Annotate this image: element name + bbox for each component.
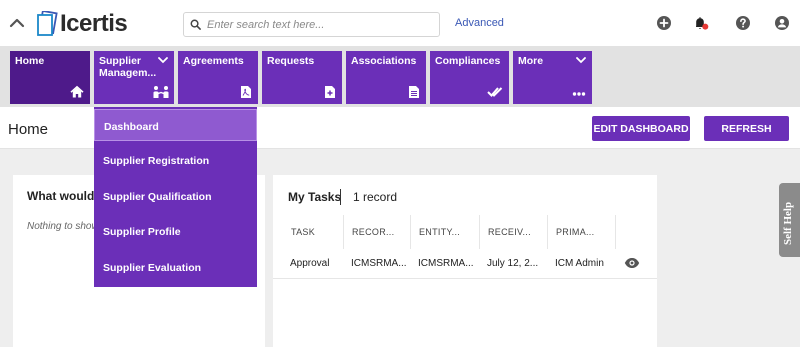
home-icon — [70, 85, 84, 98]
menu-item-dashboard[interactable]: Dashboard — [94, 109, 257, 141]
menu-item-supplier-evaluation[interactable]: Supplier Evaluation — [94, 251, 257, 283]
my-tasks-card: My Tasks 1 record TASK RECOR... ENTITY..… — [273, 175, 657, 347]
supplier-people-icon — [153, 86, 169, 98]
notification-bell-icon[interactable] — [693, 15, 709, 31]
column-header-entity[interactable]: ENTITY... — [410, 215, 479, 249]
table-row[interactable]: Approval ICMSRMA... ICMSRMA... July 12, … — [273, 249, 657, 279]
tile-compliances[interactable]: Compliances — [430, 51, 509, 104]
tile-supplier-management-label: Supplier Managem... — [99, 55, 157, 79]
supplier-management-dropdown: Dashboard Supplier Registration Supplier… — [94, 107, 257, 287]
pdf-document-icon — [241, 86, 251, 98]
chevron-down-icon — [576, 57, 586, 64]
self-help-tab[interactable]: Self Help — [779, 183, 800, 257]
double-check-icon — [487, 87, 503, 97]
global-search[interactable] — [183, 12, 440, 37]
menu-item-supplier-profile[interactable]: Supplier Profile — [94, 215, 257, 247]
tile-requests[interactable]: Requests — [262, 51, 342, 104]
column-header-received[interactable]: RECEIV... — [479, 215, 547, 249]
tile-more-label: More — [518, 55, 544, 67]
left-widget-title: What would y — [27, 189, 105, 203]
menu-item-supplier-qualification[interactable]: Supplier Qualification — [94, 180, 257, 212]
more-dots-icon — [572, 92, 586, 96]
user-profile-icon[interactable] — [774, 15, 790, 31]
advanced-search-link[interactable]: Advanced — [455, 17, 504, 29]
add-circle-icon[interactable] — [656, 15, 672, 31]
refresh-button[interactable]: REFRESH — [704, 116, 789, 141]
icertis-logo[interactable]: Icertis — [36, 9, 128, 39]
tile-home-label: Home — [15, 55, 45, 67]
document-icon — [409, 86, 419, 98]
chevron-up-icon[interactable] — [8, 14, 26, 32]
tile-requests-label: Requests — [267, 55, 315, 67]
tile-more[interactable]: More — [513, 51, 592, 104]
column-header-primary[interactable]: PRIMA... — [547, 215, 615, 249]
add-document-icon — [325, 86, 335, 98]
help-icon[interactable] — [735, 15, 751, 31]
record-count: 1 record — [353, 190, 398, 204]
tile-compliances-label: Compliances — [435, 55, 501, 67]
search-icon — [190, 19, 201, 30]
column-header-record[interactable]: RECOR... — [343, 215, 410, 249]
self-help-label: Self Help — [782, 201, 794, 245]
column-header-task[interactable]: TASK — [283, 215, 343, 249]
menu-item-supplier-registration[interactable]: Supplier Registration — [94, 144, 257, 176]
cell-primary: ICM Admin — [555, 258, 604, 269]
search-input[interactable] — [207, 18, 427, 31]
logo-mark-icon — [37, 11, 58, 36]
cell-received: July 12, 2... — [487, 258, 539, 269]
my-tasks-title: My Tasks — [288, 190, 342, 204]
tile-supplier-management[interactable]: Supplier Managem... — [94, 51, 174, 104]
top-header: Icertis Advanced — [0, 0, 800, 47]
tasks-table-header: TASK RECOR... ENTITY... RECEIV... PRIMA.… — [283, 215, 657, 249]
view-eye-icon[interactable] — [624, 257, 640, 269]
edit-dashboard-button[interactable]: EDIT DASHBOARD — [592, 116, 690, 141]
cell-record[interactable]: ICMSRMA... — [351, 258, 407, 269]
tile-agreements[interactable]: Agreements — [178, 51, 258, 104]
tile-agreements-label: Agreements — [183, 55, 244, 67]
cell-entity: ICMSRMA... — [418, 258, 474, 269]
logo-text: Icertis — [60, 10, 128, 37]
cell-task: Approval — [290, 258, 330, 269]
chevron-down-icon — [158, 57, 168, 64]
notification-dot — [702, 23, 709, 30]
left-widget-empty-text: Nothing to show — [27, 221, 99, 232]
tile-associations-label: Associations — [351, 55, 417, 67]
tile-home[interactable]: Home — [10, 51, 90, 104]
tile-associations[interactable]: Associations — [346, 51, 426, 104]
column-header-actions — [615, 215, 657, 249]
title-divider — [340, 189, 341, 205]
page-title: Home — [8, 121, 49, 138]
